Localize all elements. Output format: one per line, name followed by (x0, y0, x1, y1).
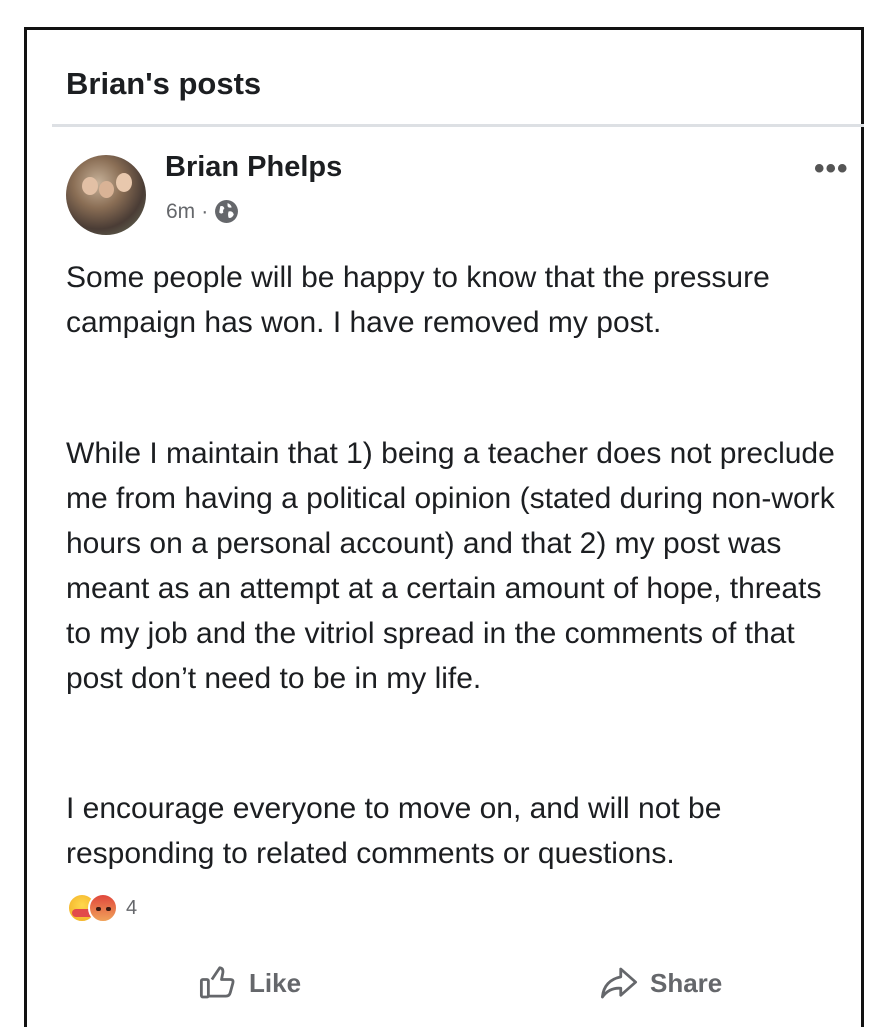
share-button[interactable]: Share (598, 962, 722, 1004)
more-options-icon[interactable]: ••• (814, 152, 849, 186)
share-arrow-icon (600, 967, 638, 999)
angry-emoji-icon (88, 893, 118, 923)
thumbs-up-icon (199, 966, 235, 999)
post-paragraph-1: Some people will be happy to know that t… (66, 261, 770, 339)
post-meta: 6m · (166, 199, 239, 224)
globe-icon[interactable] (214, 199, 239, 224)
reaction-count: 4 (126, 896, 138, 919)
like-label: Like (249, 967, 302, 998)
share-label: Share (650, 967, 723, 998)
author-name[interactable]: Brian Phelps (165, 151, 342, 184)
meta-separator: · (201, 199, 209, 223)
section-title: Brian's posts (66, 66, 262, 101)
divider (52, 124, 864, 127)
avatar[interactable] (66, 155, 146, 235)
like-button[interactable]: Like (197, 962, 301, 1004)
post-paragraph-2: While I maintain that 1) being a teacher… (66, 437, 835, 695)
reactions-summary[interactable]: 4 (67, 893, 137, 923)
post-paragraph-3: I encourage everyone to move on, and wil… (66, 792, 722, 870)
post-timestamp[interactable]: 6m (166, 200, 195, 224)
